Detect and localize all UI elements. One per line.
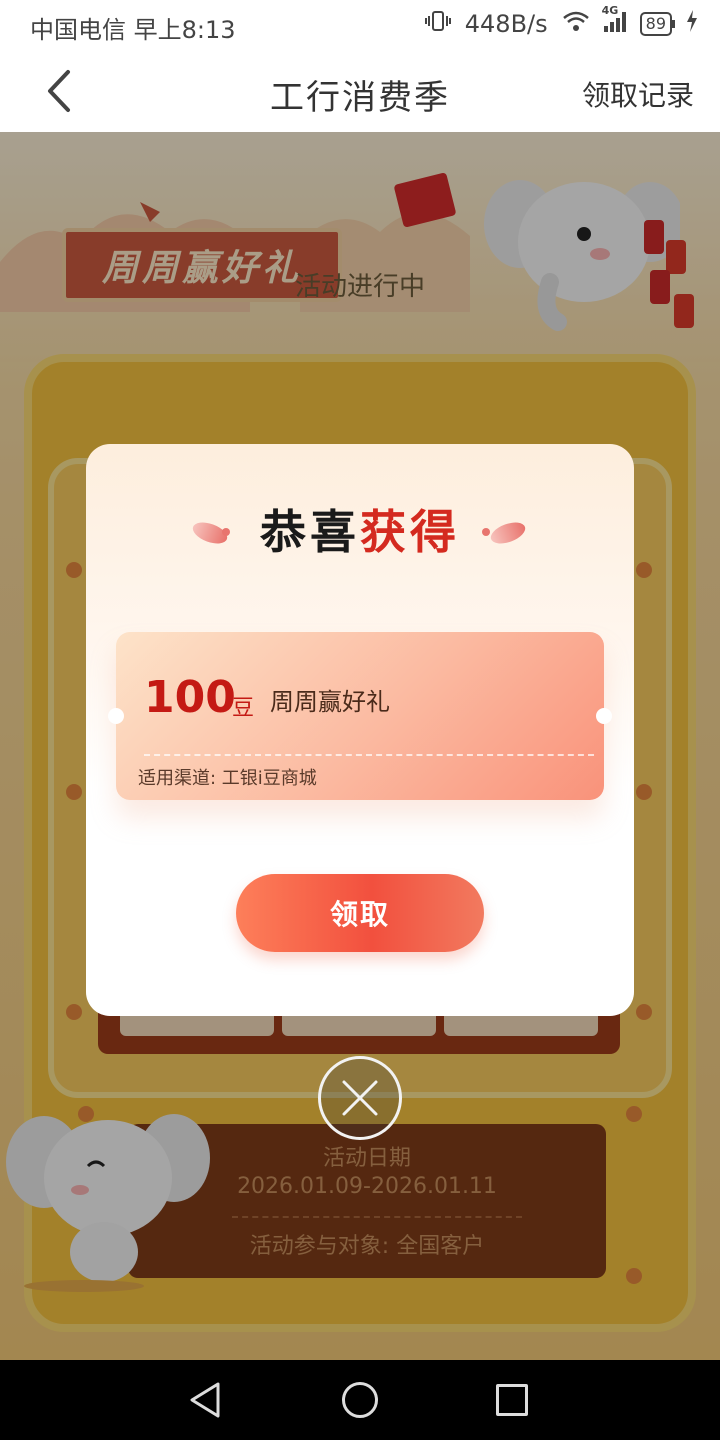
dialog-title: 恭喜获得 [86,496,634,562]
net-speed: 448B/s [464,10,548,38]
network-type: 4G [601,4,619,17]
coupon-unit: 豆 [232,696,255,721]
claim-button[interactable]: 领取 [236,874,484,952]
reward-dialog: 恭喜获得 100 豆 周周赢好礼 适用渠道: 工银i豆商城 领取 [86,444,634,1016]
coupon-notch [596,708,612,724]
coupon-card: 100 豆 周周赢好礼 适用渠道: 工银i豆商城 [108,632,612,800]
coupon-channel: 适用渠道: 工银i豆商城 [138,768,317,789]
divider [144,754,594,756]
vibrate-icon [424,10,451,38]
signal-icon: 4G [602,4,626,38]
coupon-name: 周周赢好礼 [270,688,390,716]
nav-bar: 工行消费季 领取记录 [0,50,720,132]
close-icon [342,1080,378,1116]
status-bar: 中国电信 早上8:13 448B/s 4G 89 [0,0,720,50]
system-nav-bar [0,1360,720,1440]
dialog-title-part1: 恭喜 [260,505,360,559]
system-recents-icon[interactable] [496,1384,528,1416]
claim-records-link[interactable]: 领取记录 [582,74,694,114]
system-home-icon[interactable] [342,1382,378,1418]
close-button[interactable] [318,1056,402,1140]
coupon-amount: 100 [144,672,236,723]
system-back-icon[interactable] [188,1382,224,1418]
wifi-icon [562,10,590,38]
status-icons: 448B/s 4G 89 [424,4,698,38]
charging-icon [686,10,698,38]
coupon-notch [108,708,124,724]
dialog-title-part2: 获得 [360,505,460,559]
battery-icon: 89 [639,12,676,36]
carrier-time: 中国电信 早上8:13 [30,16,236,44]
